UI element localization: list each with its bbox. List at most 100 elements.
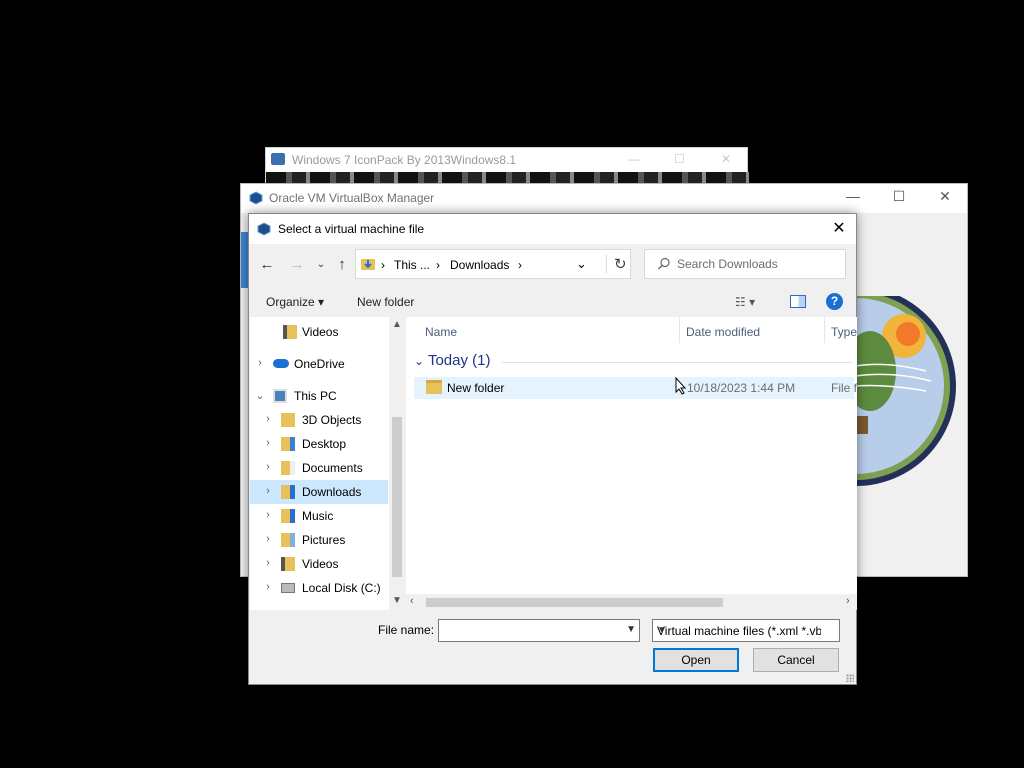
collapse-chevron-icon[interactable]: ⌄ (255, 389, 265, 402)
iconpack-maximize-icon[interactable]: ☐ (674, 152, 685, 166)
nav-scrollbar[interactable]: ▲ ▼ (389, 317, 405, 610)
nav-item-pictures[interactable]: › Pictures (250, 528, 388, 552)
expand-chevron-icon[interactable]: › (255, 357, 265, 369)
file-list-pane[interactable]: Name Date modified Type ⌄ Today (1) New … (406, 317, 857, 610)
expand-chevron-icon[interactable]: › (263, 437, 273, 449)
nav-label: Videos (302, 325, 339, 339)
downloads-location-icon (360, 256, 376, 272)
downloads-folder-icon (281, 485, 295, 499)
scrollbar-thumb[interactable] (392, 417, 402, 577)
cancel-button[interactable]: Cancel (753, 648, 839, 672)
scroll-left-icon[interactable]: ‹ (410, 595, 414, 607)
column-header-date-modified[interactable]: Date modified (686, 325, 760, 339)
nav-item-3d-objects[interactable]: › 3D Objects (250, 408, 388, 432)
refresh-icon[interactable]: ↻ (606, 255, 627, 273)
column-header-type[interactable]: Type (831, 325, 857, 339)
iconpack-minimize-icon[interactable]: — (628, 152, 640, 166)
nav-label: This PC (294, 389, 337, 403)
nav-item-downloads[interactable]: › Downloads (250, 480, 388, 504)
open-button[interactable]: Open (653, 648, 739, 672)
nav-label: Pictures (302, 533, 346, 547)
virtualbox-minimize-icon[interactable]: — (833, 188, 873, 210)
scroll-up-icon[interactable]: ▲ (389, 319, 405, 330)
expand-chevron-icon[interactable]: › (263, 509, 273, 521)
nav-label: 3D Objects (302, 413, 362, 427)
nav-item-videos[interactable]: › Videos (250, 552, 388, 576)
nav-label: Desktop (302, 437, 347, 451)
nav-label: Music (302, 509, 334, 523)
iconpack-window-icon (271, 153, 285, 165)
nav-item-desktop[interactable]: › Desktop (250, 432, 388, 456)
file-name: New folder (447, 381, 505, 395)
nav-label: Documents (302, 461, 363, 475)
virtualbox-welcome-image (856, 296, 960, 496)
file-name-field[interactable]: ▼ (438, 619, 640, 642)
breadcrumb-downloads[interactable]: Downloads (450, 258, 509, 272)
back-arrow-icon[interactable]: ← (257, 255, 277, 275)
expand-chevron-icon[interactable]: › (263, 557, 273, 569)
organize-label: Organize (266, 295, 315, 309)
music-folder-icon (281, 509, 295, 523)
close-icon[interactable]: ✕ (826, 218, 852, 240)
nav-item-onedrive[interactable]: › OneDrive (250, 352, 388, 376)
address-dropdown-chevron-icon[interactable]: ⌄ (576, 256, 587, 272)
iconpack-close-icon[interactable]: ✕ (721, 152, 731, 166)
file-type: File fo (831, 381, 857, 395)
breadcrumb-this-pc[interactable]: This ... (394, 258, 430, 272)
virtualbox-close-icon[interactable]: ✕ (925, 188, 965, 210)
nav-label: Local Disk (C:) (302, 581, 381, 595)
collapse-chevron-icon[interactable]: ⌄ (414, 354, 424, 368)
nav-item-music[interactable]: › Music (250, 504, 388, 528)
nav-item-local-disk[interactable]: › Local Disk (C:) (250, 576, 388, 600)
nav-item-videos[interactable]: Videos (250, 320, 388, 344)
computer-icon (273, 389, 287, 403)
column-header-name[interactable]: Name (425, 325, 457, 339)
new-folder-button[interactable]: New folder (357, 295, 414, 309)
open-file-dialog: Select a virtual machine file ✕ ← → ⌄ ↑ … (248, 213, 857, 685)
drive-icon (281, 583, 295, 593)
nav-label: Downloads (302, 485, 362, 499)
resize-grip-icon[interactable] (846, 674, 854, 682)
navigation-pane[interactable]: Videos › OneDrive ⌄ This PC › 3D Objects… (250, 317, 405, 610)
scroll-down-icon[interactable]: ▼ (389, 595, 405, 606)
chevron-down-icon[interactable]: ▼ (626, 624, 636, 635)
horizontal-scrollbar[interactable]: ‹ › (406, 594, 857, 610)
virtualbox-logo-icon (249, 191, 263, 205)
organize-button[interactable]: Organize ▾ (266, 295, 324, 309)
scrollbar-thumb[interactable] (426, 598, 723, 607)
change-view-icon[interactable]: ☷ ▾ (735, 295, 755, 309)
forward-arrow-icon[interactable]: → (287, 255, 307, 275)
expand-chevron-icon[interactable]: › (263, 413, 273, 425)
expand-chevron-icon[interactable]: › (263, 485, 273, 497)
nav-item-this-pc[interactable]: ⌄ This PC (250, 384, 388, 408)
search-box[interactable] (644, 249, 846, 279)
expand-chevron-icon[interactable]: › (263, 581, 273, 593)
chevron-down-icon[interactable]: ▼ (657, 625, 821, 636)
file-name-input[interactable] (443, 623, 619, 638)
preview-pane-icon[interactable] (790, 295, 806, 308)
address-bar[interactable]: › This ... › Downloads › ⌄ ↻ (355, 249, 631, 279)
file-date: 10/18/2023 1:44 PM (687, 381, 796, 395)
file-row[interactable]: New folder 10/18/2023 1:44 PM File fo (414, 377, 857, 399)
virtualbox-titlebar: Oracle VM VirtualBox Manager — ☐ ✕ (241, 184, 967, 213)
group-divider (502, 362, 852, 363)
nav-item-documents[interactable]: › Documents (250, 456, 388, 480)
column-separator[interactable] (679, 317, 680, 343)
3d-objects-folder-icon (281, 413, 295, 427)
iconpack-window-title: Windows 7 IconPack By 2013Windows8.1 (292, 153, 517, 167)
group-header-today[interactable]: ⌄ Today (1) (414, 352, 491, 369)
iconpack-window[interactable]: Windows 7 IconPack By 2013Windows8.1 — ☐… (265, 147, 749, 188)
file-type-select[interactable]: Virtual machine files (*.xml *.vb ▼ (652, 619, 840, 642)
virtualbox-logo-icon (257, 222, 271, 236)
scroll-right-icon[interactable]: › (846, 595, 850, 607)
expand-chevron-icon[interactable]: › (263, 533, 273, 545)
expand-chevron-icon[interactable]: › (263, 461, 273, 473)
help-icon[interactable]: ? (826, 293, 843, 310)
column-separator[interactable] (824, 317, 825, 343)
search-input[interactable] (675, 255, 840, 273)
recent-locations-chevron-icon[interactable]: ⌄ (311, 255, 331, 275)
virtualbox-maximize-icon[interactable]: ☐ (879, 188, 919, 210)
file-name-label: File name: (378, 623, 435, 637)
mouse-pointer-icon (675, 376, 687, 395)
up-arrow-icon[interactable]: ↑ (332, 255, 352, 275)
